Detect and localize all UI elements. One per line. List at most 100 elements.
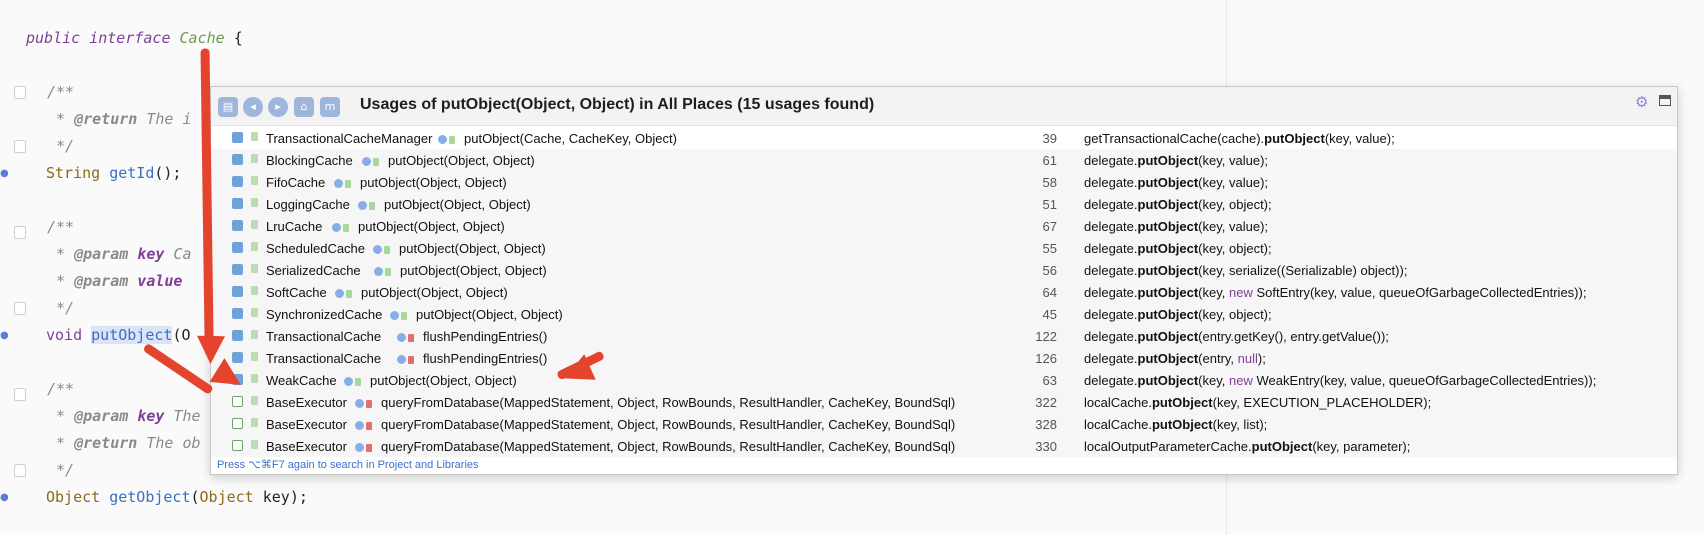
usage-row[interactable]: SynchronizedCache putObject(Object, Objec…: [211, 303, 1677, 325]
implemented-marker-icon[interactable]: ●: [0, 168, 9, 180]
fold-icon[interactable]: [14, 226, 26, 239]
usage-line-number: 328: [1035, 417, 1057, 432]
usage-row[interactable]: BaseExecutor queryFromDatabase(MappedStat…: [211, 413, 1677, 435]
usage-context: getTransactionalCache(cache).putObject(k…: [1084, 131, 1395, 146]
usage-row[interactable]: ScheduledCache putObject(Object, Object) 5…: [211, 237, 1677, 259]
usage-class-name: SoftCache: [266, 285, 327, 300]
method-icon[interactable]: m: [320, 97, 340, 117]
usage-row[interactable]: TransactionalCache flushPendingEntries() 1…: [211, 347, 1677, 369]
usage-row[interactable]: LruCache putObject(Object, Object) 67 deleg…: [211, 215, 1677, 237]
method-visibility-icon: [332, 220, 354, 232]
code-line-8[interactable]: * @param value: [47, 270, 182, 292]
usages-popup[interactable]: ▤ ◂ ▸ ⌂ m Usages of putObject(Object, Ob…: [210, 86, 1678, 475]
group-icon[interactable]: ⌂: [294, 97, 314, 117]
class-icon: [232, 264, 243, 275]
usage-row[interactable]: WeakCache putObject(Object, Object) 63 dele…: [211, 369, 1677, 391]
usage-line-number: 64: [1042, 285, 1057, 300]
implemented-marker-icon[interactable]: ●: [0, 492, 9, 504]
implemented-marker-icon[interactable]: ●: [0, 330, 9, 342]
fold-icon[interactable]: [14, 464, 26, 477]
lock-icon: [251, 242, 258, 251]
class-icon: [232, 176, 243, 187]
usage-line-number: 56: [1042, 263, 1057, 278]
usage-line-number: 322: [1035, 395, 1057, 410]
usage-line-number: 45: [1042, 307, 1057, 322]
code-line-4[interactable]: */: [47, 135, 74, 157]
method-visibility-icon: [355, 396, 377, 408]
navigate-forward-icon[interactable]: ▸: [268, 97, 288, 117]
method-visibility-icon: [373, 242, 395, 254]
usage-method: putObject(Cache, CacheKey, Object): [464, 131, 677, 146]
usage-row[interactable]: BaseExecutor queryFromDatabase(MappedStat…: [211, 391, 1677, 413]
code-line-11[interactable]: /**: [47, 378, 74, 400]
usage-context: delegate.putObject(key, new WeakEntry(ke…: [1084, 373, 1597, 388]
usage-context: delegate.putObject(key, serialize((Seria…: [1084, 263, 1408, 278]
code-line-10[interactable]: void putObject(O: [46, 324, 191, 346]
usage-context: localCache.putObject(key, EXECUTION_PLAC…: [1084, 395, 1432, 410]
abstract-class-icon: [232, 396, 243, 407]
code-line-1[interactable]: public interface Cache {: [26, 27, 243, 49]
code-line-9[interactable]: */: [47, 297, 74, 319]
navigate-back-icon[interactable]: ◂: [243, 97, 263, 117]
usage-row[interactable]: BaseExecutor queryFromDatabase(MappedStat…: [211, 435, 1677, 457]
usage-row[interactable]: TransactionalCache flushPendingEntries() 1…: [211, 325, 1677, 347]
usage-line-number: 67: [1042, 219, 1057, 234]
method-visibility-icon: [355, 418, 377, 430]
usage-method: queryFromDatabase(MappedStatement, Objec…: [381, 439, 956, 454]
usage-class-name: LruCache: [266, 219, 323, 234]
code-line-7[interactable]: * @param key Ca: [47, 243, 191, 265]
usage-class-name: LoggingCache: [266, 197, 350, 212]
usage-line-number: 126: [1035, 351, 1057, 366]
usage-row[interactable]: FifoCache putObject(Object, Object) 58 dele…: [211, 171, 1677, 193]
method-visibility-icon: [358, 198, 380, 210]
code-line-12[interactable]: * @param key The: [47, 405, 201, 427]
usage-method: putObject(Object, Object): [388, 153, 535, 168]
code-line-13[interactable]: * @return The ob: [47, 432, 201, 454]
code-line-15[interactable]: Object getObject(Object key);: [46, 486, 308, 508]
usage-line-number: 61: [1042, 153, 1057, 168]
fold-icon[interactable]: [14, 388, 26, 401]
method-visibility-icon: [362, 154, 384, 166]
usage-context: delegate.putObject(key, value);: [1084, 153, 1269, 168]
code-line-14[interactable]: */: [47, 459, 74, 481]
gear-icon[interactable]: ⚙: [1635, 93, 1648, 111]
usage-row[interactable]: BlockingCache putObject(Object, Object) 61…: [211, 149, 1677, 171]
file-icon[interactable]: ▤: [218, 97, 238, 117]
abstract-class-icon: [232, 418, 243, 429]
method-visibility-icon: [344, 374, 366, 386]
usage-method: putObject(Object, Object): [370, 373, 517, 388]
method-visibility-icon: [355, 440, 377, 452]
code-line-3[interactable]: * @return The i: [47, 108, 191, 130]
fold-icon[interactable]: [14, 302, 26, 315]
usage-class-name: BaseExecutor: [266, 417, 347, 432]
usage-line-number: 330: [1035, 439, 1057, 454]
usage-context: delegate.putObject(key, new SoftEntry(ke…: [1084, 285, 1587, 300]
usage-context: delegate.putObject(key, value);: [1084, 219, 1269, 234]
popup-title: Usages of putObject(Object, Object) in A…: [360, 96, 875, 113]
usage-line-number: 63: [1042, 373, 1057, 388]
usage-line-number: 122: [1035, 329, 1057, 344]
usage-class-name: TransactionalCache: [266, 351, 382, 366]
code-line-6[interactable]: /**: [47, 216, 74, 238]
usage-row[interactable]: SerializedCache putObject(Object, Object)…: [211, 259, 1677, 281]
usage-row[interactable]: SoftCache putObject(Object, Object) 64 dele…: [211, 281, 1677, 303]
fold-icon[interactable]: [14, 140, 26, 153]
popup-footer-hint[interactable]: Press ⌥⌘F7 again to search in Project an…: [217, 458, 479, 471]
usage-row[interactable]: TransactionalCacheManager putObject(Cache…: [211, 127, 1677, 149]
usage-class-name: BaseExecutor: [266, 439, 347, 454]
code-line-2[interactable]: /**: [47, 81, 74, 103]
usage-class-name: BaseExecutor: [266, 395, 347, 410]
usages-list[interactable]: TransactionalCacheManager putObject(Cache…: [211, 127, 1677, 457]
fold-icon[interactable]: [14, 86, 26, 99]
usage-context: localCache.putObject(key, list);: [1084, 417, 1268, 432]
usage-line-number: 39: [1042, 131, 1057, 146]
usage-context: delegate.putObject(key, object);: [1084, 241, 1272, 256]
method-visibility-icon: [390, 308, 412, 320]
class-icon: [232, 352, 243, 363]
code-line-5[interactable]: String getId();: [46, 162, 181, 184]
usage-row[interactable]: LoggingCache putObject(Object, Object) 51 d…: [211, 193, 1677, 215]
method-visibility-icon: [335, 286, 357, 298]
usage-line-number: 55: [1042, 241, 1057, 256]
pin-icon[interactable]: [1659, 95, 1671, 106]
class-icon: [232, 132, 243, 143]
